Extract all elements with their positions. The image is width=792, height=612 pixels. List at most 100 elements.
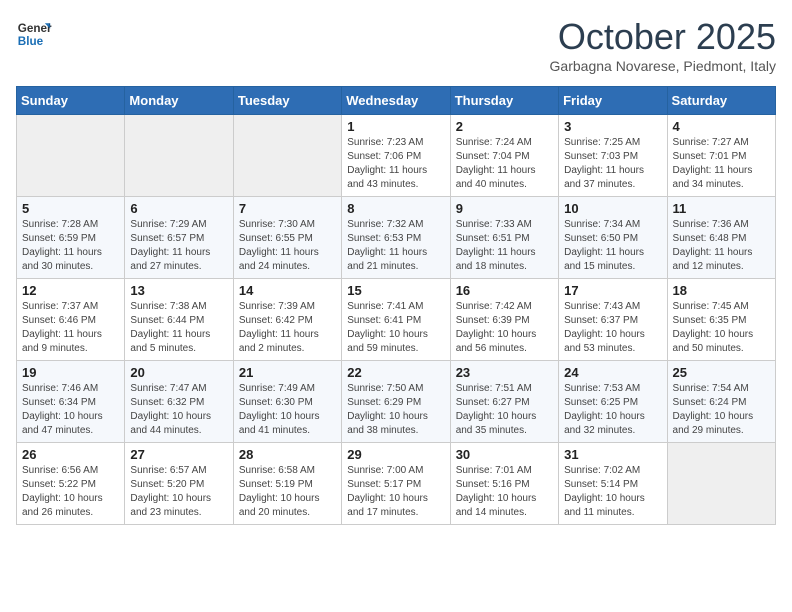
day-info: Sunrise: 7:41 AM Sunset: 6:41 PM Dayligh…: [347, 300, 444, 356]
page-header: General Blue October 2025 Garbagna Novar…: [16, 16, 776, 74]
day-number: 12: [22, 283, 119, 298]
day-info: Sunrise: 7:29 AM Sunset: 6:57 PM Dayligh…: [130, 218, 227, 274]
calendar-cell: 17 Sunrise: 7:43 AM Sunset: 6:37 PM Dayli…: [559, 279, 667, 361]
calendar-cell: 2 Sunrise: 7:24 AM Sunset: 7:04 PM Daylig…: [450, 115, 558, 197]
day-number: 20: [130, 365, 227, 380]
calendar-cell: 4Sunrise: 7:27 AM Sunset: 7:01 PM Daylig…: [667, 115, 775, 197]
calendar-cell: 22 Sunrise: 7:50 AM Sunset: 6:29 PM Dayli…: [342, 361, 450, 443]
calendar-cell: 15 Sunrise: 7:41 AM Sunset: 6:41 PM Dayli…: [342, 279, 450, 361]
day-number: 17: [564, 283, 661, 298]
svg-text:Blue: Blue: [18, 35, 44, 48]
calendar-cell: 14 Sunrise: 7:39 AM Sunset: 6:42 PM Dayli…: [233, 279, 341, 361]
day-number: 2: [456, 119, 553, 134]
day-number: 24: [564, 365, 661, 380]
day-number: 30: [456, 447, 553, 462]
day-info: Sunrise: 6:57 AM Sunset: 5:20 PM Dayligh…: [130, 464, 227, 520]
day-info: Sunrise: 7:30 AM Sunset: 6:55 PM Dayligh…: [239, 218, 336, 274]
day-number: 19: [22, 365, 119, 380]
week-row-0: 1Sunrise: 7:23 AM Sunset: 7:06 PM Daylig…: [17, 115, 776, 197]
day-number: 31: [564, 447, 661, 462]
day-info: Sunrise: 7:32 AM Sunset: 6:53 PM Dayligh…: [347, 218, 444, 274]
day-info: Sunrise: 7:28 AM Sunset: 6:59 PM Dayligh…: [22, 218, 119, 274]
day-number: 18: [673, 283, 770, 298]
calendar-cell: [125, 115, 233, 197]
day-info: Sunrise: 7:39 AM Sunset: 6:42 PM Dayligh…: [239, 300, 336, 356]
day-number: 26: [22, 447, 119, 462]
week-row-1: 5 Sunrise: 7:28 AM Sunset: 6:59 PM Daylig…: [17, 197, 776, 279]
day-info: Sunrise: 7:54 AM Sunset: 6:24 PM Dayligh…: [673, 382, 770, 438]
calendar-cell: 19 Sunrise: 7:46 AM Sunset: 6:34 PM Dayli…: [17, 361, 125, 443]
day-number: 11: [673, 201, 770, 216]
calendar-cell: [17, 115, 125, 197]
calendar-cell: [233, 115, 341, 197]
day-number: 8: [347, 201, 444, 216]
calendar-cell: 11 Sunrise: 7:36 AM Sunset: 6:48 PM Dayli…: [667, 197, 775, 279]
day-info: Sunrise: 7:47 AM Sunset: 6:32 PM Dayligh…: [130, 382, 227, 438]
calendar-cell: [667, 443, 775, 525]
day-number: 14: [239, 283, 336, 298]
day-info: Sunrise: 7:49 AM Sunset: 6:30 PM Dayligh…: [239, 382, 336, 438]
day-info: Sunrise: 7:43 AM Sunset: 6:37 PM Dayligh…: [564, 300, 661, 356]
title-block: October 2025 Garbagna Novarese, Piedmont…: [550, 16, 776, 74]
calendar-cell: 7 Sunrise: 7:30 AM Sunset: 6:55 PM Daylig…: [233, 197, 341, 279]
day-number: 7: [239, 201, 336, 216]
day-number: 3: [564, 119, 661, 134]
day-number: 15: [347, 283, 444, 298]
day-number: 1: [347, 119, 444, 134]
col-header-wednesday: Wednesday: [342, 87, 450, 115]
day-info: Sunrise: 7:00 AM Sunset: 5:17 PM Dayligh…: [347, 464, 444, 520]
logo: General Blue: [16, 16, 52, 52]
calendar-cell: 18 Sunrise: 7:45 AM Sunset: 6:35 PM Dayli…: [667, 279, 775, 361]
col-header-thursday: Thursday: [450, 87, 558, 115]
calendar-cell: 6 Sunrise: 7:29 AM Sunset: 6:57 PM Daylig…: [125, 197, 233, 279]
day-number: 28: [239, 447, 336, 462]
day-number: 6: [130, 201, 227, 216]
day-number: 23: [456, 365, 553, 380]
day-info: Sunrise: 7:34 AM Sunset: 6:50 PM Dayligh…: [564, 218, 661, 274]
calendar-table: SundayMondayTuesdayWednesdayThursdayFrid…: [16, 86, 776, 525]
calendar-cell: 28 Sunrise: 6:58 AM Sunset: 5:19 PM Dayli…: [233, 443, 341, 525]
calendar-cell: 3 Sunrise: 7:25 AM Sunset: 7:03 PM Daylig…: [559, 115, 667, 197]
day-info: Sunrise: 7:24 AM Sunset: 7:04 PM Dayligh…: [456, 136, 553, 192]
calendar-cell: 27Sunrise: 6:57 AM Sunset: 5:20 PM Dayli…: [125, 443, 233, 525]
day-info: Sunrise: 7:37 AM Sunset: 6:46 PM Dayligh…: [22, 300, 119, 356]
day-info: Sunrise: 7:46 AM Sunset: 6:34 PM Dayligh…: [22, 382, 119, 438]
calendar-cell: 25Sunrise: 7:54 AM Sunset: 6:24 PM Dayli…: [667, 361, 775, 443]
calendar-cell: 24Sunrise: 7:53 AM Sunset: 6:25 PM Dayli…: [559, 361, 667, 443]
calendar-cell: 10 Sunrise: 7:34 AM Sunset: 6:50 PM Dayli…: [559, 197, 667, 279]
day-info: Sunrise: 7:50 AM Sunset: 6:29 PM Dayligh…: [347, 382, 444, 438]
day-number: 10: [564, 201, 661, 216]
day-number: 5: [22, 201, 119, 216]
col-header-saturday: Saturday: [667, 87, 775, 115]
calendar-cell: 8 Sunrise: 7:32 AM Sunset: 6:53 PM Daylig…: [342, 197, 450, 279]
day-number: 21: [239, 365, 336, 380]
calendar-cell: 9 Sunrise: 7:33 AM Sunset: 6:51 PM Daylig…: [450, 197, 558, 279]
day-info: Sunrise: 7:45 AM Sunset: 6:35 PM Dayligh…: [673, 300, 770, 356]
location-subtitle: Garbagna Novarese, Piedmont, Italy: [550, 58, 776, 74]
calendar-cell: 31 Sunrise: 7:02 AM Sunset: 5:14 PM Dayli…: [559, 443, 667, 525]
calendar-cell: 26Sunrise: 6:56 AM Sunset: 5:22 PM Dayli…: [17, 443, 125, 525]
calendar-cell: 23Sunrise: 7:51 AM Sunset: 6:27 PM Dayli…: [450, 361, 558, 443]
logo-icon: General Blue: [16, 16, 52, 52]
header-row: SundayMondayTuesdayWednesdayThursdayFrid…: [17, 87, 776, 115]
calendar-cell: 20 Sunrise: 7:47 AM Sunset: 6:32 PM Dayli…: [125, 361, 233, 443]
calendar-cell: 30 Sunrise: 7:01 AM Sunset: 5:16 PM Dayli…: [450, 443, 558, 525]
day-number: 13: [130, 283, 227, 298]
day-info: Sunrise: 7:01 AM Sunset: 5:16 PM Dayligh…: [456, 464, 553, 520]
day-info: Sunrise: 6:58 AM Sunset: 5:19 PM Dayligh…: [239, 464, 336, 520]
day-number: 29: [347, 447, 444, 462]
day-number: 9: [456, 201, 553, 216]
day-info: Sunrise: 7:25 AM Sunset: 7:03 PM Dayligh…: [564, 136, 661, 192]
calendar-cell: 13 Sunrise: 7:38 AM Sunset: 6:44 PM Dayli…: [125, 279, 233, 361]
day-info: Sunrise: 7:42 AM Sunset: 6:39 PM Dayligh…: [456, 300, 553, 356]
day-info: Sunrise: 7:02 AM Sunset: 5:14 PM Dayligh…: [564, 464, 661, 520]
col-header-tuesday: Tuesday: [233, 87, 341, 115]
week-row-4: 26Sunrise: 6:56 AM Sunset: 5:22 PM Dayli…: [17, 443, 776, 525]
calendar-cell: 16Sunrise: 7:42 AM Sunset: 6:39 PM Dayli…: [450, 279, 558, 361]
col-header-sunday: Sunday: [17, 87, 125, 115]
day-info: Sunrise: 7:33 AM Sunset: 6:51 PM Dayligh…: [456, 218, 553, 274]
day-info: Sunrise: 7:36 AM Sunset: 6:48 PM Dayligh…: [673, 218, 770, 274]
calendar-cell: 21 Sunrise: 7:49 AM Sunset: 6:30 PM Dayli…: [233, 361, 341, 443]
day-info: Sunrise: 7:38 AM Sunset: 6:44 PM Dayligh…: [130, 300, 227, 356]
day-number: 22: [347, 365, 444, 380]
